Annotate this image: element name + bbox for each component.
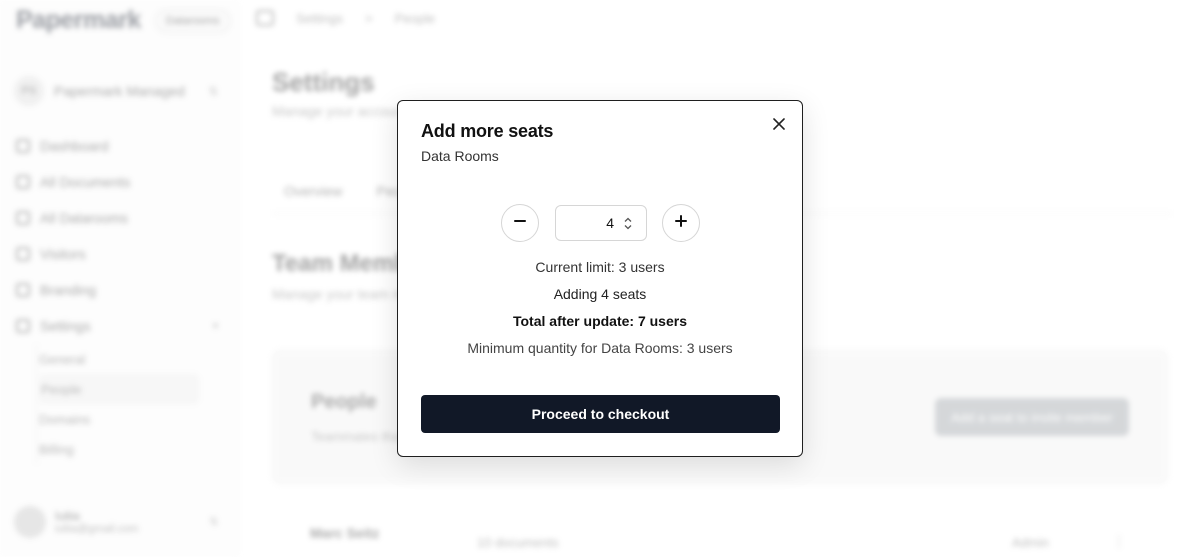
current-limit-text: Current limit: 3 users — [535, 259, 665, 275]
decrease-button[interactable] — [501, 204, 539, 242]
total-after-update-text: Total after update: 7 users — [512, 313, 687, 329]
quantity-stepper: 4 — [398, 204, 802, 242]
proceed-to-checkout-button[interactable]: Proceed to checkout — [421, 395, 780, 433]
close-icon[interactable] — [770, 115, 788, 133]
quantity-input[interactable]: 4 — [555, 205, 647, 241]
add-seats-dialog: Add more seats Data Rooms 4 Current limi… — [397, 100, 803, 457]
spinner-arrows-icon[interactable] — [623, 216, 633, 231]
quantity-value: 4 — [606, 215, 614, 231]
plus-icon — [675, 214, 687, 232]
increase-button[interactable] — [662, 204, 700, 242]
minimum-quantity-text: Minimum quantity for Data Rooms: 3 users — [467, 340, 733, 356]
adding-seats-text: Adding 4 seats — [553, 286, 647, 302]
dialog-title: Add more seats — [421, 121, 554, 141]
dialog-subtitle: Data Rooms — [421, 148, 499, 164]
minus-icon — [514, 214, 526, 232]
